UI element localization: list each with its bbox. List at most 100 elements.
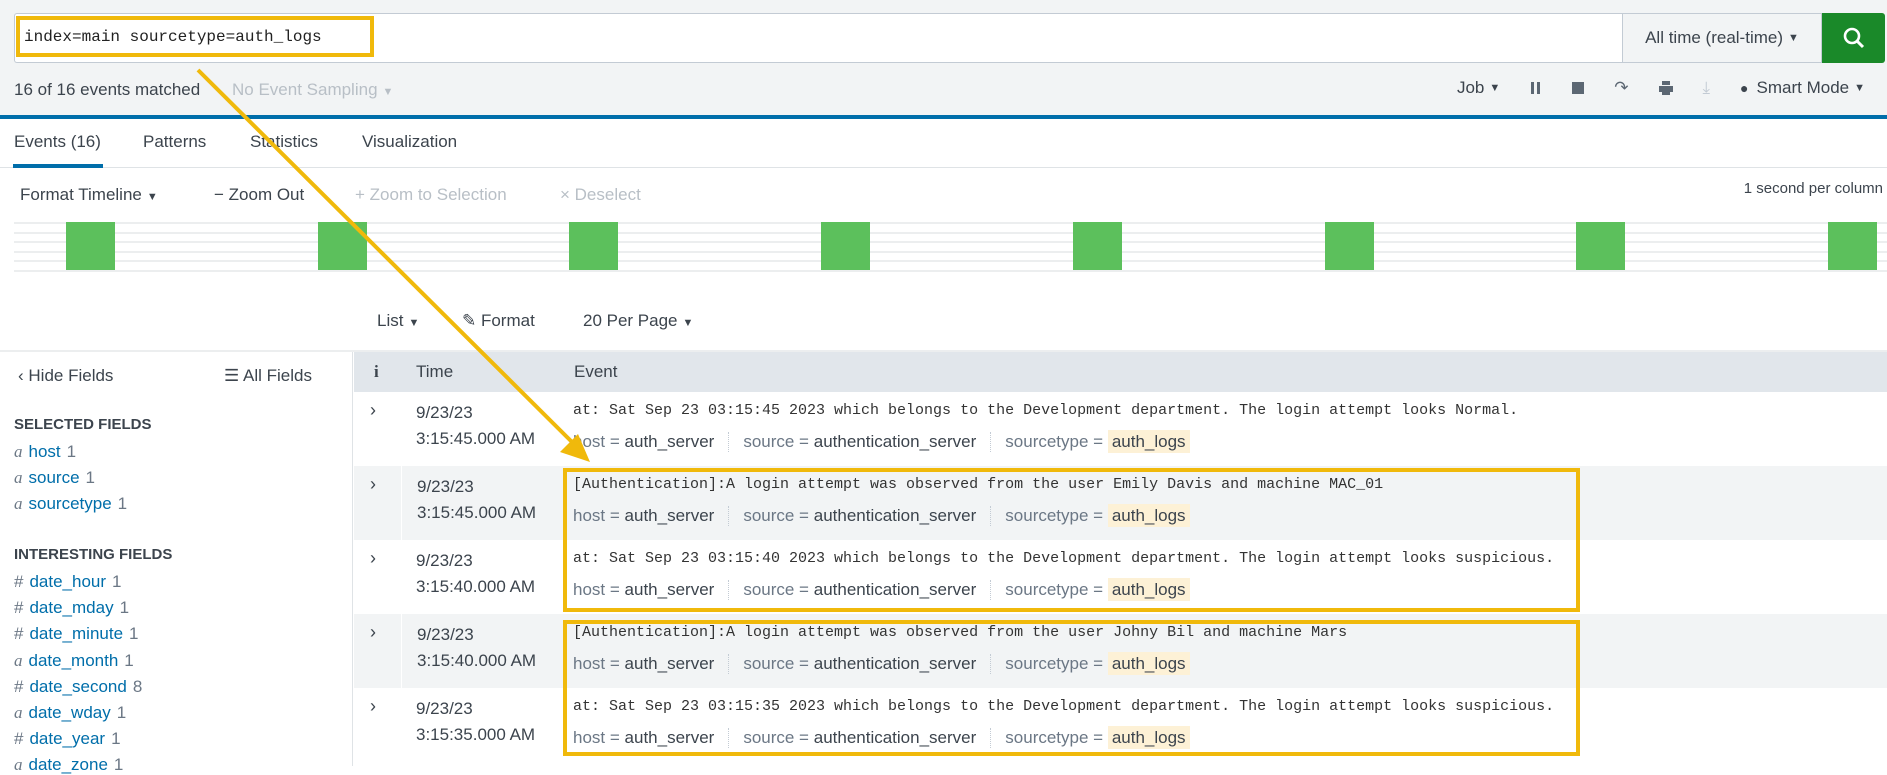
field-count: 1 — [112, 572, 122, 591]
stop-icon — [1572, 82, 1585, 94]
field-date_wday[interactable]: a date_wday 1 — [14, 703, 126, 723]
expand-chevron-icon[interactable]: › — [370, 474, 376, 495]
event-row: › 9/23/23 3:15:45.000 AM at: Sat Sep 23 0… — [354, 392, 1887, 466]
expand-chevron-icon[interactable]: › — [370, 622, 376, 643]
field-count: 8 — [132, 676, 143, 696]
tab-visualization[interactable]: Visualization — [362, 132, 457, 152]
stop-button[interactable] — [1572, 82, 1585, 94]
field-value[interactable]: authentication_server — [814, 432, 977, 451]
time-column-header[interactable]: Time — [416, 362, 453, 382]
field-sourcetype[interactable]: a sourcetype 1 — [14, 494, 127, 514]
timeline-chart[interactable] — [14, 222, 1887, 272]
event-time[interactable]: 9/23/23 3:15:45.000 AM — [401, 466, 536, 540]
deselect-button[interactable]: × Deselect — [560, 185, 641, 205]
all-fields-button[interactable]: ☰ All Fields — [224, 366, 312, 386]
timeline-bar[interactable] — [1324, 222, 1374, 270]
caret-down-icon: ▼ — [408, 317, 420, 329]
field-date_second[interactable]: # date_second 8 — [14, 677, 142, 697]
field-source[interactable]: source = authentication_server — [743, 432, 992, 452]
field-date_year[interactable]: # date_year 1 — [14, 729, 121, 749]
format-timeline-label: Format Timeline — [20, 185, 142, 204]
field-value-highlighted[interactable]: auth_logs — [1107, 430, 1190, 453]
time-range-picker[interactable]: All time (real-time) ▼ — [1622, 13, 1822, 63]
expand-chevron-icon[interactable]: › — [370, 696, 376, 717]
timeline-bar[interactable] — [1576, 222, 1626, 270]
field-sourcetype[interactable]: sourcetype = auth_logs — [1005, 430, 1203, 453]
field-count: 1 — [119, 598, 130, 618]
expand-chevron-icon[interactable]: › — [370, 548, 376, 569]
event-time[interactable]: 9/23/23 3:15:45.000 AM — [401, 392, 535, 466]
field-host[interactable]: host = auth_server — [573, 432, 730, 452]
timeline-bar[interactable] — [821, 222, 871, 270]
event-timestamp: 3:15:35.000 AM — [416, 725, 536, 744]
field-name: date_mday — [29, 598, 114, 618]
timeline-bar[interactable] — [1827, 222, 1877, 270]
close-icon: × — [560, 185, 575, 204]
tab-events[interactable]: Events (16) — [14, 132, 101, 152]
field-count: 1 — [85, 468, 95, 487]
event-timestamp: 3:15:45.000 AM — [416, 429, 536, 448]
share-button[interactable]: ↷ — [1614, 78, 1628, 98]
all-fields-label: All Fields — [243, 366, 312, 385]
event-time[interactable]: 9/23/23 3:15:40.000 AM — [401, 614, 536, 688]
fields-sidebar: ‹ Hide Fields ☰ All Fields SELECTED FIEL… — [0, 352, 353, 774]
annotation-box-query — [16, 16, 374, 57]
zoom-to-selection-button[interactable]: + Zoom to Selection — [355, 185, 507, 205]
numeric-type-icon: # — [14, 572, 24, 591]
event-timestamp: 3:15:40.000 AM — [416, 577, 536, 596]
field-date_minute[interactable]: # date_minute 1 — [14, 624, 139, 644]
event-time[interactable]: 9/23/23 3:15:40.000 AM — [401, 540, 535, 614]
pause-button[interactable] — [1530, 82, 1542, 94]
tab-statistics[interactable]: Statistics — [250, 132, 318, 152]
zoom-to-selection-label: Zoom to Selection — [369, 185, 507, 204]
field-count: 1 — [129, 624, 139, 644]
export-button[interactable]: ⤓ — [1703, 78, 1711, 98]
expand-chevron-icon[interactable]: › — [370, 400, 376, 421]
event-time[interactable]: 9/23/23 3:15:35.000 AM — [401, 688, 535, 762]
timeline-bar[interactable] — [1072, 222, 1122, 270]
field-count: 1 — [66, 442, 77, 461]
zoom-out-button[interactable]: − Zoom Out — [214, 185, 304, 205]
event-sampling-dropdown[interactable]: No Event Sampling ▼ — [232, 80, 393, 100]
search-button[interactable] — [1822, 13, 1885, 63]
time-range-label: All time (real-time) — [1645, 28, 1783, 47]
event-date: 9/23/23 — [416, 551, 473, 570]
per-page-dropdown[interactable]: 20 Per Page ▼ — [583, 311, 693, 331]
timeline-bar[interactable] — [66, 222, 115, 270]
job-menu[interactable]: Job ▼ — [1457, 78, 1500, 98]
print-button[interactable] — [1658, 81, 1673, 95]
field-name: date_hour — [29, 572, 107, 591]
interesting-fields-heading: INTERESTING FIELDS — [14, 546, 173, 563]
field-source[interactable]: a source 1 — [14, 468, 95, 488]
pause-icon — [1531, 82, 1541, 94]
event-fields: host = auth_server source = authenticati… — [573, 430, 1218, 453]
field-date_hour[interactable]: # date_hour 1 — [14, 572, 122, 592]
per-page-label: 20 Per Page — [583, 311, 678, 330]
string-type-icon: a — [14, 468, 23, 487]
search-mode-dropdown[interactable]: ● Smart Mode ▼ — [1740, 78, 1865, 98]
format-button[interactable]: ✎ Format — [462, 311, 535, 331]
field-date_zone[interactable]: a date_zone 1 — [14, 755, 123, 775]
string-type-icon: a — [14, 703, 23, 722]
timeline-bar[interactable] — [569, 222, 619, 270]
field-name: date_month — [28, 650, 119, 670]
string-type-icon: a — [14, 755, 23, 775]
string-type-icon: a — [14, 494, 23, 513]
list-view-dropdown[interactable]: List ▼ — [377, 311, 419, 331]
download-icon: ⤓ — [1702, 78, 1711, 97]
field-value[interactable]: auth_server — [625, 432, 715, 451]
field-date_month[interactable]: a date_month 1 — [14, 651, 134, 671]
event-column-header: Event — [574, 362, 618, 381]
job-label: Job — [1456, 78, 1485, 97]
format-timeline-button[interactable]: Format Timeline ▼ — [20, 185, 158, 205]
field-host[interactable]: a host 1 — [14, 442, 76, 462]
field-key: sourcetype = — [1005, 432, 1104, 451]
event-timestamp: 3:15:40.000 AM — [417, 651, 537, 670]
field-date_mday[interactable]: # date_mday 1 — [14, 598, 129, 618]
search-mode-label: Smart Mode — [1756, 78, 1850, 97]
timeline-bar[interactable] — [317, 222, 367, 270]
hide-fields-button[interactable]: ‹ Hide Fields — [18, 366, 113, 386]
tab-patterns[interactable]: Patterns — [143, 132, 206, 152]
event-date: 9/23/23 — [417, 625, 474, 644]
field-name: date_zone — [28, 755, 108, 775]
